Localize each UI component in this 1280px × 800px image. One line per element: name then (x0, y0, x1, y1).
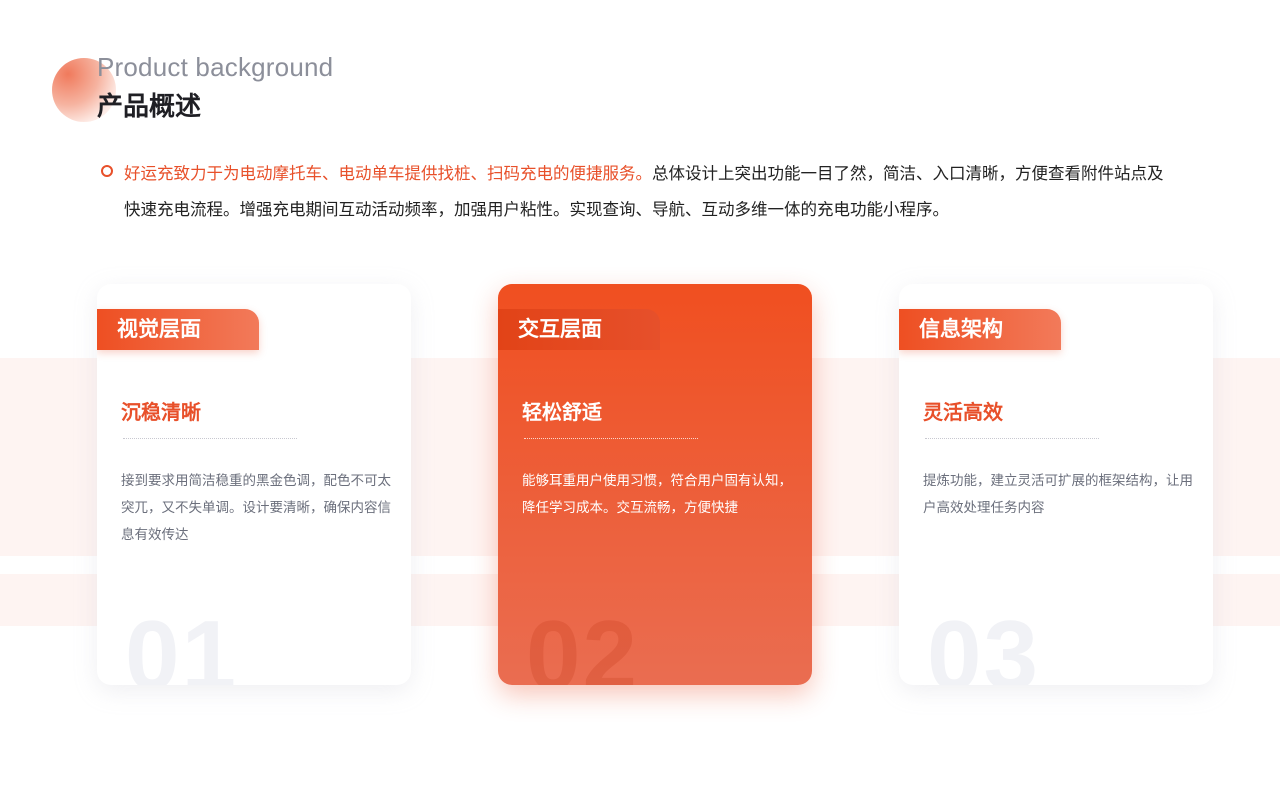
dotted-divider (123, 438, 297, 439)
card-description: 接到要求用简洁稳重的黑金色调，配色不可太突兀，又不失单调。设计要清晰，确保内容信… (121, 473, 391, 543)
card-title: 沉稳清晰 (121, 400, 201, 424)
card-tab-label: 交互层面 (498, 309, 660, 350)
card-tab-label: 视觉层面 (97, 309, 259, 350)
card-information-architecture: 信息架构 灵活高效 提炼功能，建立灵活可扩展的框架结构，让用户高效处理任务内容 … (899, 284, 1213, 685)
bullet-circle-icon (101, 165, 113, 177)
intro-paragraph: 好运充致力于为电动摩托车、电动单车提供找桩、扫码充电的便捷服务。总体设计上突出功… (124, 156, 1254, 228)
card-title: 灵活高效 (923, 400, 1003, 424)
card-description: 能够耳重用户使用习惯，符合用户固有认知，降任学习成本。交互流畅，方便快捷 (522, 473, 792, 516)
intro-line-1-rest: 总体设计上突出功能一目了然，简洁、入口清晰，方便查看附件站点及 (652, 164, 1164, 183)
card-title: 轻松舒适 (522, 400, 602, 424)
card-number: 01 (125, 600, 239, 685)
intro-line-2: 快速充电流程。增强充电期间互动活动频率，加强用户粘性。实现查询、导航、互动多维一… (124, 200, 949, 219)
card-tab-label: 信息架构 (899, 309, 1061, 350)
dotted-divider (925, 438, 1099, 439)
page-title: 产品概述 (97, 92, 202, 122)
card-number: 03 (927, 600, 1041, 685)
intro-highlight: 好运充致力于为电动摩托车、电动单车提供找桩、扫码充电的便捷服务。 (124, 164, 652, 183)
dotted-divider (524, 438, 698, 439)
card-interaction: 交互层面 轻松舒适 能够耳重用户使用习惯，符合用户固有认知，降任学习成本。交互流… (498, 284, 812, 685)
header-subtitle-en: Product background (97, 52, 334, 82)
card-number: 02 (526, 600, 640, 685)
card-visual: 视觉层面 沉稳清晰 接到要求用简洁稳重的黑金色调，配色不可太突兀，又不失单调。设… (97, 284, 411, 685)
card-description: 提炼功能，建立灵活可扩展的框架结构，让用户高效处理任务内容 (923, 473, 1193, 516)
intro-line-1: 好运充致力于为电动摩托车、电动单车提供找桩、扫码充电的便捷服务。总体设计上突出功… (124, 156, 1254, 192)
